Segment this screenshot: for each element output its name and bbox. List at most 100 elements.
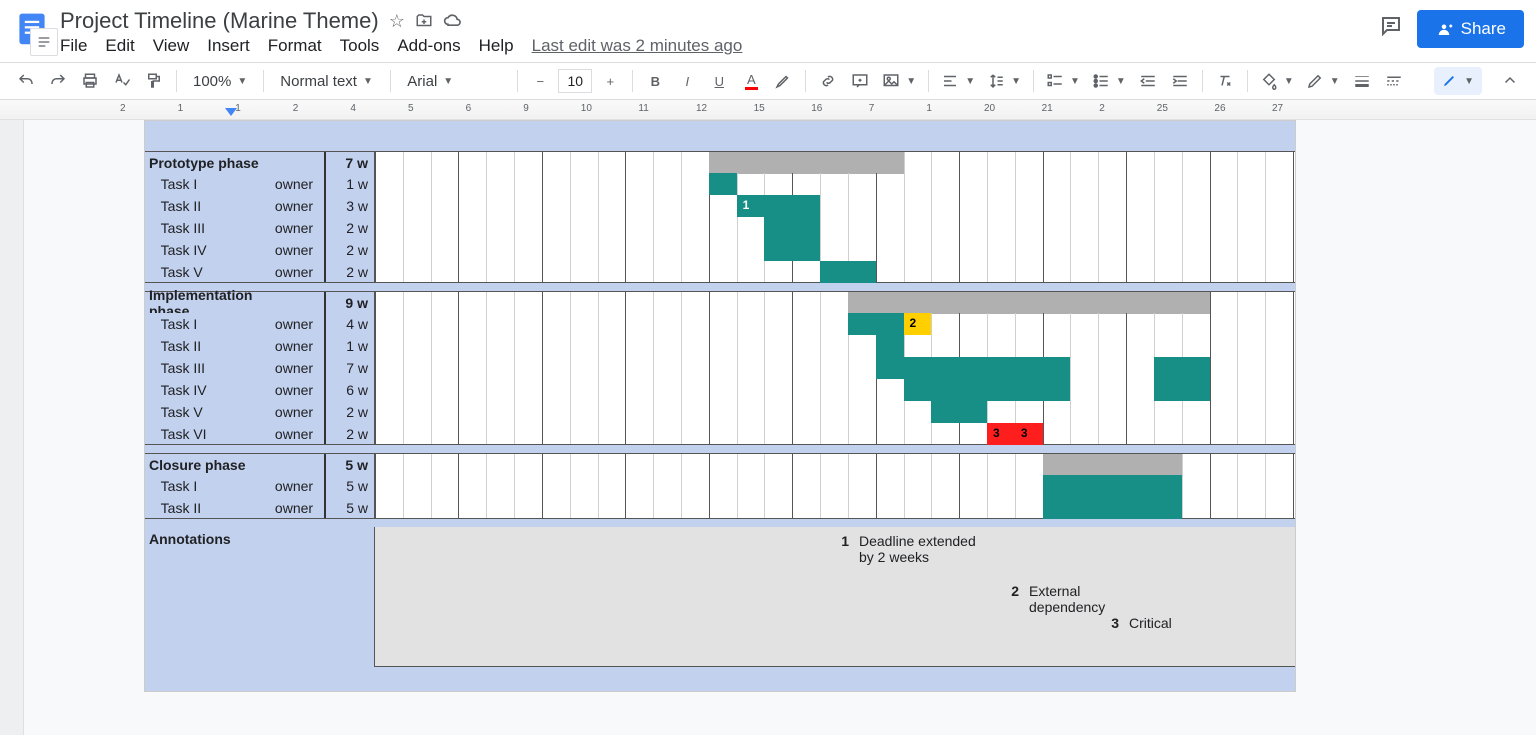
annotations-area: Annotations1Deadline extended by 2 weeks… — [145, 527, 1295, 667]
menu-format[interactable]: Format — [268, 36, 322, 56]
task-owner — [264, 152, 324, 173]
font-select[interactable]: Arial▼ — [399, 67, 509, 95]
doc-title[interactable]: Project Timeline (Marine Theme) — [60, 8, 379, 34]
gantt-row: Implementation phase9 w — [145, 291, 1295, 313]
ruler-tick: 10 — [581, 103, 592, 114]
redo-button[interactable] — [44, 67, 72, 95]
spellcheck-button[interactable] — [108, 67, 136, 95]
task-duration: 2 w — [324, 401, 374, 423]
gantt-bar — [904, 379, 1071, 401]
task-duration: 1 w — [324, 173, 374, 195]
task-owner: owner — [264, 497, 324, 518]
gantt-bar — [848, 313, 904, 335]
menu-addons[interactable]: Add-ons — [397, 36, 460, 56]
clear-formatting-button[interactable] — [1211, 67, 1239, 95]
gantt-row: Task IIowner5 w — [145, 497, 1295, 519]
menu-file[interactable]: File — [60, 36, 87, 56]
gantt-row: Closure phase5 w — [145, 453, 1295, 475]
task-duration: 3 w — [324, 195, 374, 217]
menu-insert[interactable]: Insert — [207, 36, 250, 56]
task-duration: 7 w — [324, 357, 374, 379]
ruler-tick: 1 — [178, 103, 184, 114]
gantt-row: Task IVowner2 w — [145, 239, 1295, 261]
border-color-button[interactable]: ▼ — [1302, 67, 1344, 95]
comments-icon[interactable] — [1379, 14, 1403, 44]
text-color-button[interactable]: A — [737, 67, 765, 95]
share-button[interactable]: Share — [1417, 10, 1524, 48]
workspace: Prototype phase 7 w Task I owner 1 w Task I… — [0, 120, 1536, 735]
ruler-tick: 11 — [638, 103, 648, 114]
share-label: Share — [1461, 19, 1506, 39]
decrease-indent-button[interactable] — [1134, 67, 1162, 95]
collapse-toolbar-button[interactable] — [1496, 67, 1524, 95]
section-separator — [145, 519, 1295, 527]
document-page[interactable]: Prototype phase 7 w Task I owner 1 w Task I… — [144, 120, 1296, 692]
section-separator — [145, 283, 1295, 291]
gantt-footer-strip — [145, 667, 1295, 691]
gantt-bar: 3 — [987, 423, 1015, 445]
italic-button[interactable]: I — [673, 67, 701, 95]
gantt-bar: 2 — [904, 313, 932, 335]
font-size-decrease[interactable]: − — [526, 67, 554, 95]
last-edit[interactable]: Last edit was 2 minutes ago — [532, 36, 743, 56]
gantt-row: Task IIIowner2 w — [145, 217, 1295, 239]
editing-mode-button[interactable]: ▼ — [1434, 67, 1482, 95]
ruler-tick: 9 — [523, 103, 529, 114]
gantt-row: Task IIowner1 w — [145, 335, 1295, 357]
task-duration: 5 w — [324, 497, 374, 518]
star-icon[interactable]: ☆ — [389, 11, 405, 32]
insert-image-button[interactable]: ▼ — [878, 67, 920, 95]
gantt-bar — [931, 401, 987, 423]
vertical-ruler[interactable] — [0, 120, 24, 735]
menu-tools[interactable]: Tools — [340, 36, 380, 56]
add-comment-button[interactable] — [846, 67, 874, 95]
task-name: Task I — [145, 173, 264, 195]
gantt-bar: 3 — [1015, 423, 1043, 445]
outline-toggle-button[interactable] — [30, 28, 58, 56]
paint-format-button[interactable] — [140, 67, 168, 95]
zoom-select[interactable]: 100%▼ — [185, 67, 255, 95]
move-icon[interactable] — [415, 12, 433, 30]
toolbar: 100%▼ Normal text▼ Arial▼ − 10 + B I U A… — [0, 62, 1536, 100]
horizontal-ruler[interactable]: 2112456910111215167120212252627 — [0, 100, 1536, 120]
increase-indent-button[interactable] — [1166, 67, 1194, 95]
insert-link-button[interactable] — [814, 67, 842, 95]
task-owner: owner — [264, 335, 324, 357]
border-width-button[interactable] — [1348, 67, 1376, 95]
gantt-cells — [375, 475, 1295, 497]
task-owner: owner — [264, 239, 324, 261]
menu-view[interactable]: View — [153, 36, 190, 56]
fill-color-button[interactable]: ▼ — [1256, 67, 1298, 95]
underline-button[interactable]: U — [705, 67, 733, 95]
undo-button[interactable] — [12, 67, 40, 95]
gantt-bar — [709, 152, 904, 174]
font-size-input[interactable]: 10 — [558, 69, 592, 93]
style-select[interactable]: Normal text▼ — [272, 67, 382, 95]
task-duration: 2 w — [324, 423, 374, 444]
gantt-cells: 33 — [375, 423, 1295, 445]
gantt-cells — [375, 357, 1295, 379]
font-size-increase[interactable]: + — [596, 67, 624, 95]
align-button[interactable]: ▼ — [937, 67, 979, 95]
menu-edit[interactable]: Edit — [105, 36, 134, 56]
bulleted-list-button[interactable]: ▼ — [1088, 67, 1130, 95]
checklist-button[interactable]: ▼ — [1042, 67, 1084, 95]
border-dash-button[interactable] — [1380, 67, 1408, 95]
line-spacing-button[interactable]: ▼ — [983, 67, 1025, 95]
task-owner: owner — [264, 313, 324, 335]
task-name: Task V — [145, 261, 264, 282]
highlight-button[interactable] — [769, 67, 797, 95]
task-duration: 9 w — [324, 292, 374, 313]
cloud-status-icon[interactable] — [443, 11, 463, 31]
gantt-cells — [375, 151, 1295, 173]
gantt-bar: 1 — [737, 195, 820, 217]
gantt-row: Task Iowner4 w2 — [145, 313, 1295, 335]
task-owner: owner — [264, 475, 324, 497]
annotation-item: 3Critical — [1105, 615, 1172, 631]
print-button[interactable] — [76, 67, 104, 95]
ruler-tick: 27 — [1272, 103, 1283, 114]
menu-help[interactable]: Help — [479, 36, 514, 56]
task-name: Prototype phase — [145, 152, 264, 173]
task-duration: 2 w — [324, 261, 374, 282]
bold-button[interactable]: B — [641, 67, 669, 95]
